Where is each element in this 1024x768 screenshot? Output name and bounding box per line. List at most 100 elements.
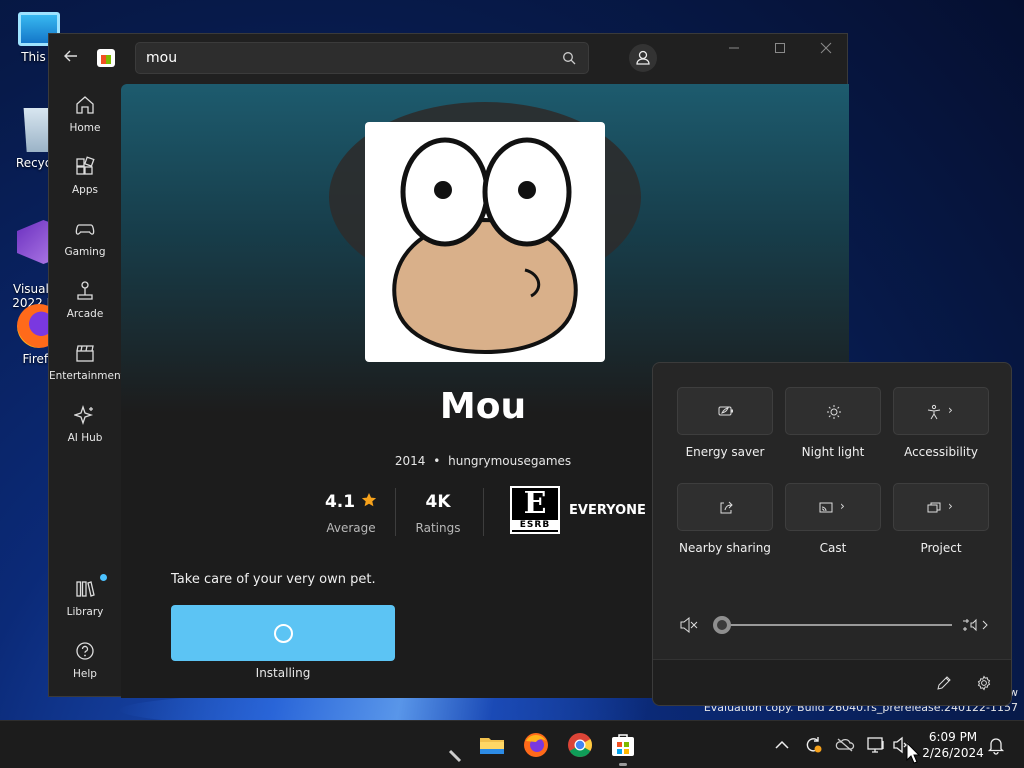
minimize-icon <box>729 47 739 49</box>
sidebar-item-gaming[interactable]: Gaming <box>49 218 121 258</box>
rating-stat: 4.1 Average <box>316 492 386 535</box>
tile-label: Accessibility <box>904 445 978 459</box>
stat-divider <box>395 488 396 536</box>
settings-gear-icon[interactable] <box>976 675 992 691</box>
sidebar-item-help[interactable]: Help <box>49 640 121 680</box>
app-icon <box>365 122 605 362</box>
store-logo-icon <box>97 49 115 67</box>
star-icon <box>361 493 377 507</box>
back-arrow-icon <box>64 50 77 62</box>
account-button[interactable] <box>629 44 657 72</box>
chevron-right-icon: › <box>840 499 845 513</box>
sync-update-icon[interactable] <box>803 735 823 755</box>
esrb-rating-letter: E <box>523 486 547 521</box>
chevron-up-icon[interactable] <box>772 735 792 755</box>
title-bar <box>49 34 847 84</box>
app-description: Take care of your very own pet. <box>171 572 376 587</box>
sidebar-item-apps[interactable]: Apps <box>49 156 121 196</box>
volume-slider-track <box>722 624 952 626</box>
sidebar-item-label: Apps <box>72 184 98 196</box>
ratings-count: 4K <box>425 492 451 512</box>
cast-toggle[interactable]: › <box>785 483 881 531</box>
install-button[interactable] <box>171 605 395 661</box>
sidebar-item-label: Library <box>66 606 104 618</box>
edit-pencil-icon[interactable] <box>936 675 952 691</box>
minimize-button[interactable] <box>719 42 749 62</box>
maximize-icon <box>775 43 785 53</box>
sidebar-item-label: Gaming <box>64 246 106 258</box>
progress-ring-icon <box>274 624 293 643</box>
rating-value: 4.1 <box>324 492 356 512</box>
release-year: 2014 <box>394 454 426 468</box>
sidebar-item-arcade[interactable]: Arcade <box>49 280 121 320</box>
audio-output-icon[interactable] <box>961 617 989 633</box>
esrb-badge[interactable]: E ESRB <box>510 486 560 534</box>
joystick-icon <box>77 281 93 300</box>
stat-divider <box>483 488 484 536</box>
developer-link[interactable]: hungrymousegames <box>448 454 571 468</box>
chevron-right-icon: › <box>948 403 953 417</box>
nearby-sharing-toggle[interactable] <box>677 483 773 531</box>
tile-label: Energy saver <box>685 445 765 459</box>
night-light-icon <box>827 405 841 419</box>
maximize-button[interactable] <box>765 42 795 62</box>
mouse-character-icon <box>392 137 578 355</box>
clapperboard-icon <box>76 345 94 362</box>
install-status: Installing <box>255 666 311 680</box>
meta-separator: • <box>433 454 441 468</box>
energy-saver-toggle[interactable] <box>677 387 773 435</box>
accessibility-toggle[interactable]: › <box>893 387 989 435</box>
close-button[interactable] <box>811 42 841 62</box>
close-icon <box>820 42 832 54</box>
sidebar-item-entertainment[interactable]: Entertainment <box>49 342 125 382</box>
home-icon <box>76 96 94 114</box>
tile-label: Cast <box>819 541 847 555</box>
sidebar-item-home[interactable]: Home <box>49 94 121 134</box>
sidebar-item-library[interactable]: Library <box>49 574 121 618</box>
esrb-wordmark: ESRB <box>512 520 558 530</box>
volume-slider[interactable] <box>713 616 731 634</box>
network-ethernet-icon[interactable] <box>866 735 886 755</box>
apps-icon <box>76 156 95 175</box>
firefox-taskbar-icon[interactable] <box>522 731 550 759</box>
sidebar-item-ai-hub[interactable]: AI Hub <box>49 404 121 444</box>
desktop-peek-icon[interactable] <box>444 739 472 767</box>
sparkle-icon <box>74 404 94 426</box>
onedrive-offline-icon[interactable] <box>835 735 855 755</box>
taskbar: 6:09 PM 2/26/2024 <box>0 720 1024 768</box>
night-light-toggle[interactable] <box>785 387 881 435</box>
library-icon <box>76 581 95 597</box>
update-badge <box>100 574 107 581</box>
chevron-right-icon: › <box>948 499 953 513</box>
running-indicator <box>619 763 627 766</box>
search-input[interactable] <box>146 50 546 66</box>
sidebar-item-label: AI Hub <box>67 432 103 444</box>
ratings-label: Ratings <box>415 521 461 535</box>
tile-label: Nearby sharing <box>679 541 771 555</box>
ratings-count-stat: 4K Ratings <box>413 492 463 535</box>
project-icon <box>927 502 941 513</box>
notification-bell-icon[interactable] <box>986 735 1006 755</box>
back-button[interactable] <box>63 48 79 69</box>
file-explorer-icon[interactable] <box>478 731 506 759</box>
volume-muted-icon[interactable] <box>680 617 698 633</box>
search-icon[interactable] <box>562 51 576 65</box>
tile-label: Night light <box>801 445 865 459</box>
sidebar-item-label: Home <box>69 122 101 134</box>
chrome-icon[interactable] <box>566 731 594 759</box>
microsoft-store-icon[interactable] <box>609 731 637 759</box>
sidebar-item-label: Help <box>73 668 97 680</box>
system-clock[interactable]: 6:09 PM 2/26/2024 <box>920 729 986 761</box>
clock-date: 2/26/2024 <box>922 746 984 760</box>
quick-settings-footer <box>653 659 1011 705</box>
esrb-label: EVERYONE <box>569 503 646 518</box>
controller-icon <box>75 224 95 235</box>
sidebar-item-label: Arcade <box>66 308 104 320</box>
share-icon <box>720 501 733 514</box>
accessibility-icon <box>927 404 941 420</box>
project-toggle[interactable]: › <box>893 483 989 531</box>
rating-label: Average <box>326 521 376 535</box>
search-box[interactable] <box>135 42 589 74</box>
store-sidebar: Home Apps Gaming Arcade Entertainment AI… <box>49 84 125 694</box>
person-icon <box>636 50 650 65</box>
